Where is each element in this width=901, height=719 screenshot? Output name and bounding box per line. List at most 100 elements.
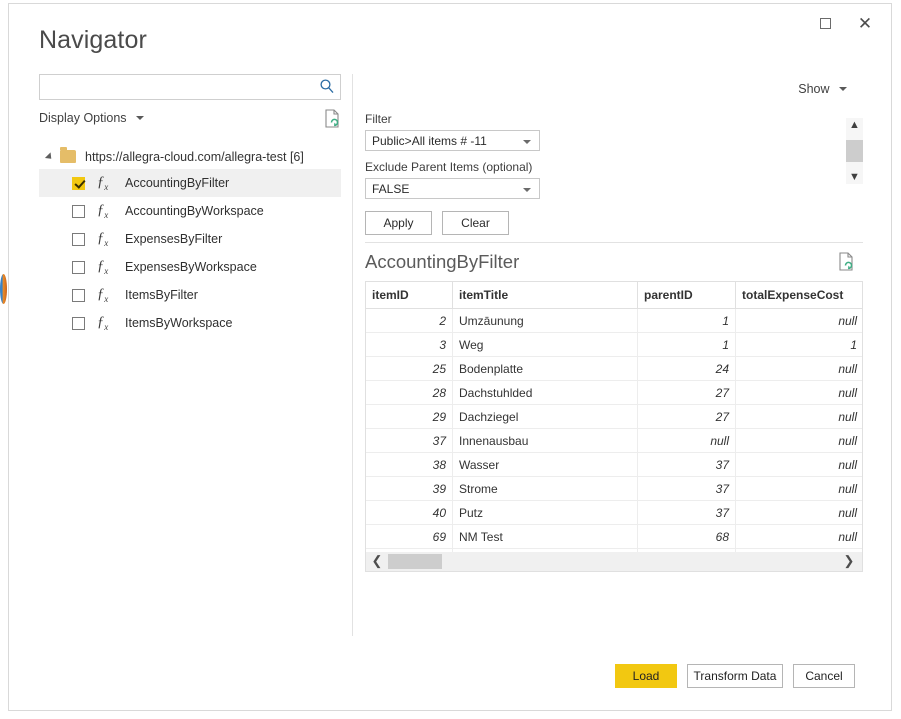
fx-icon: ƒx bbox=[97, 286, 113, 304]
cell-itemid: 37 bbox=[366, 429, 453, 453]
tree-item-accountingbyfilter[interactable]: ƒx AccountingByFilter bbox=[39, 169, 341, 197]
refresh-preview-icon[interactable] bbox=[838, 252, 855, 271]
apply-button[interactable]: Apply bbox=[365, 211, 432, 235]
preview-panel: AccountingByFilter itemID itemTi bbox=[365, 242, 863, 572]
cell-itemid: 2 bbox=[366, 309, 453, 333]
tree-item-itemsbyfilter[interactable]: ƒx ItemsByFilter bbox=[39, 281, 341, 309]
maximize-button[interactable] bbox=[805, 10, 845, 36]
table-row[interactable]: 29 Dachziegel 27 null bbox=[366, 405, 863, 429]
scroll-right-icon[interactable]: ❯ bbox=[840, 552, 858, 570]
table-row[interactable]: 38 Wasser 37 null bbox=[366, 453, 863, 477]
fx-icon: ƒx bbox=[97, 314, 113, 332]
tree-item-label: ExpensesByWorkspace bbox=[125, 260, 257, 274]
navigator-tree: https://allegra-cloud.com/allegra-test [… bbox=[39, 144, 341, 337]
clear-button[interactable]: Clear bbox=[442, 211, 509, 235]
table-row[interactable]: 39 Strome 37 null bbox=[366, 477, 863, 501]
column-header-totalexpensecost[interactable]: totalExpenseCost bbox=[736, 282, 864, 309]
cell-parentid: 37 bbox=[638, 501, 736, 525]
cell-itemid: 25 bbox=[366, 357, 453, 381]
cell-itemid: 39 bbox=[366, 477, 453, 501]
page-title: Navigator bbox=[39, 26, 147, 55]
pane-divider bbox=[352, 74, 353, 636]
preview-header: AccountingByFilter bbox=[365, 243, 863, 281]
tree-item-checkbox[interactable] bbox=[72, 289, 85, 302]
scroll-down-icon[interactable]: ▼ bbox=[849, 170, 860, 184]
table-row[interactable]: 28 Dachstuhlded 27 null bbox=[366, 381, 863, 405]
tree-item-accountingbyworkspace[interactable]: ƒx AccountingByWorkspace bbox=[39, 197, 341, 225]
table-row[interactable]: 37 Innenausbau null null bbox=[366, 429, 863, 453]
table-row[interactable]: 25 Bodenplatte 24 null bbox=[366, 357, 863, 381]
scrollbar-thumb[interactable] bbox=[388, 554, 442, 569]
table-row[interactable]: 69 NM Test 68 null bbox=[366, 525, 863, 549]
tree-item-checkbox[interactable] bbox=[72, 177, 85, 190]
chevron-down-icon bbox=[839, 87, 847, 91]
refresh-document-icon[interactable] bbox=[324, 109, 341, 128]
search-input[interactable] bbox=[45, 75, 314, 101]
tree-item-label: ItemsByFilter bbox=[125, 288, 198, 302]
filter-value: Public>All items # -11 bbox=[366, 134, 487, 148]
preview-table: itemID itemTitle parentID totalExpenseCo… bbox=[366, 282, 863, 552]
preview-horizontal-scrollbar[interactable]: ❮ ❯ bbox=[365, 552, 863, 572]
transform-data-button[interactable]: Transform Data bbox=[687, 664, 783, 688]
tree-item-label: AccountingByWorkspace bbox=[125, 204, 264, 218]
tree-item-checkbox[interactable] bbox=[72, 261, 85, 274]
fx-icon: ƒx bbox=[97, 174, 113, 192]
triangle-expanded-icon[interactable] bbox=[45, 152, 54, 161]
cell-parentid: null bbox=[638, 429, 736, 453]
cell-itemtitle: NM Test bbox=[453, 525, 638, 549]
show-dropdown[interactable]: Show bbox=[798, 82, 847, 96]
tree-item-itemsbyworkspace[interactable]: ƒx ItemsByWorkspace bbox=[39, 309, 341, 337]
navigator-dialog: ✕ Navigator Display Options bbox=[8, 3, 892, 711]
tree-item-checkbox[interactable] bbox=[72, 233, 85, 246]
navigator-left-pane: Display Options https://allegra-cloud.co… bbox=[39, 74, 341, 636]
column-header-itemid[interactable]: itemID bbox=[366, 282, 453, 309]
tree-item-checkbox[interactable] bbox=[72, 317, 85, 330]
chevron-down-icon bbox=[523, 188, 531, 192]
table-row[interactable]: 40 Putz 37 null bbox=[366, 501, 863, 525]
close-button[interactable]: ✕ bbox=[845, 10, 885, 36]
tree-item-label: ExpensesByFilter bbox=[125, 232, 222, 246]
exclude-parent-items-dropdown[interactable]: FALSE bbox=[365, 178, 540, 199]
column-header-parentid[interactable]: parentID bbox=[638, 282, 736, 309]
table-row[interactable]: 2 Umzāunung 1 null bbox=[366, 309, 863, 333]
display-options-dropdown[interactable]: Display Options bbox=[39, 111, 144, 125]
scroll-left-icon[interactable]: ❮ bbox=[368, 552, 386, 570]
cell-totalexpensecost: null bbox=[736, 525, 864, 549]
table-header-row: itemID itemTitle parentID totalExpenseCo… bbox=[366, 282, 863, 309]
fx-icon: ƒx bbox=[97, 230, 113, 248]
tree-root-node[interactable]: https://allegra-cloud.com/allegra-test [… bbox=[39, 144, 341, 169]
search-box[interactable] bbox=[39, 74, 341, 100]
parameters-scrollbar[interactable]: ▲ ▼ bbox=[846, 118, 863, 184]
cell-parentid: 1 bbox=[638, 309, 736, 333]
tree-item-expensesbyfilter[interactable]: ƒx ExpensesByFilter bbox=[39, 225, 341, 253]
column-header-itemtitle[interactable]: itemTitle bbox=[453, 282, 638, 309]
tree-item-expensesbyworkspace[interactable]: ƒx ExpensesByWorkspace bbox=[39, 253, 341, 281]
table-row[interactable]: 3 Weg 1 1 bbox=[366, 333, 863, 357]
tree-root-label: https://allegra-cloud.com/allegra-test [… bbox=[85, 150, 304, 164]
chevron-down-icon bbox=[523, 140, 531, 144]
parameters-panel: Filter Public>All items # -11 Exclude Pa… bbox=[365, 112, 540, 235]
scroll-up-icon[interactable]: ▲ bbox=[849, 118, 860, 132]
dialog-footer: Load Transform Data Cancel bbox=[9, 664, 891, 688]
window-edge-accent bbox=[0, 274, 7, 304]
scrollbar-thumb[interactable] bbox=[846, 140, 863, 162]
cell-totalexpensecost: null bbox=[736, 309, 864, 333]
cell-itemtitle: Umzāunung bbox=[453, 309, 638, 333]
cancel-button[interactable]: Cancel bbox=[793, 664, 855, 688]
fx-icon: ƒx bbox=[97, 258, 113, 276]
cell-itemtitle: Putz bbox=[453, 501, 638, 525]
preview-grid[interactable]: itemID itemTitle parentID totalExpenseCo… bbox=[365, 281, 863, 552]
load-button[interactable]: Load bbox=[615, 664, 677, 688]
cell-itemid: 29 bbox=[366, 405, 453, 429]
navigator-right-pane: Show Filter Public>All items # -11 Exclu… bbox=[365, 74, 877, 636]
folder-icon bbox=[60, 150, 76, 163]
tree-item-label: ItemsByWorkspace bbox=[125, 316, 232, 330]
filter-dropdown[interactable]: Public>All items # -11 bbox=[365, 130, 540, 151]
parameter-buttons: Apply Clear bbox=[365, 211, 540, 235]
exclude-parent-items-value: FALSE bbox=[366, 182, 409, 196]
tree-item-checkbox[interactable] bbox=[72, 205, 85, 218]
cell-itemtitle: Wasser bbox=[453, 453, 638, 477]
cell-totalexpensecost: 1 bbox=[736, 333, 864, 357]
cell-parentid: 24 bbox=[638, 357, 736, 381]
cell-itemtitle: Dachziegel bbox=[453, 405, 638, 429]
